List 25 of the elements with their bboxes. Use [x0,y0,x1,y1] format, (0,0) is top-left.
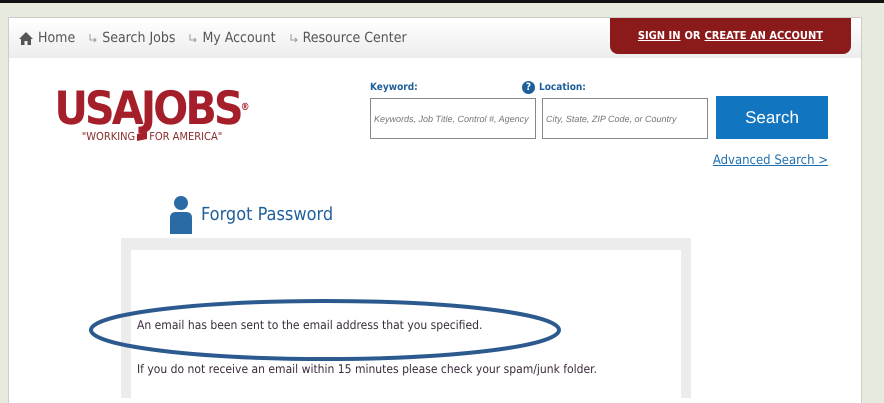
nav-link[interactable]: Resource Center [290,30,407,46]
home-icon [19,32,33,44]
message-text: An email has been sent to the email address that you specified. [137,318,484,332]
location-label: Location: [539,82,586,92]
nav-link[interactable]: Home [19,30,76,46]
nav-link[interactable]: Search Jobs [89,30,176,46]
create-account-link[interactable]: CREATE AN ACCOUNT [704,29,823,42]
tagline-text: "WORKING [82,130,136,143]
location-field[interactable]: City, State, ZIP Code, or Country [542,98,708,139]
nav-link[interactable]: My Account [189,30,276,46]
or-text: OR [684,29,701,42]
panel-title: Forgot Password [201,204,334,224]
help-icon[interactable]: ? [522,80,535,94]
arrow-icon [290,34,298,42]
advanced-search-link[interactable]: Advanced Search > [712,153,828,168]
search-button[interactable]: Search [716,96,828,139]
keyword-field[interactable]: Keywords, Job Title, Control #, Agency [370,98,536,139]
flag-icon [137,132,148,141]
keyword-label: Keyword: [370,80,418,94]
arrow-icon [189,34,198,42]
tagline-text: FOR AMERICA" [149,130,222,143]
sign-in-link[interactable]: SIGN IN [638,29,680,42]
message-text: If you do not receive an email within 15 minutes please check your spam/junk folder. [137,362,598,376]
arrow-icon [89,34,98,42]
person-icon [169,194,193,234]
